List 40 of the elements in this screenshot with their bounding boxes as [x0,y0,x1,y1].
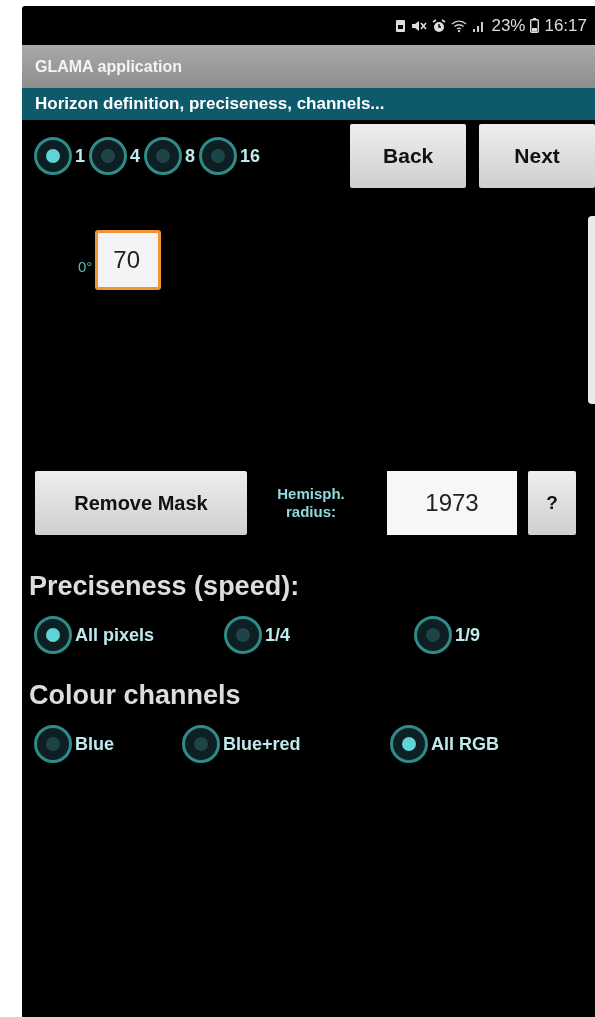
clock: 16:17 [544,15,587,36]
sim-icon [395,18,407,33]
radio-label: 16 [240,145,261,167]
battery-percent: 23% [491,15,526,36]
angle-label: 0° [78,256,93,275]
radio-button[interactable] [199,137,238,175]
radio-button[interactable] [224,616,262,654]
radio-label: Blue+red [223,733,301,755]
scrollbar[interactable] [588,216,595,404]
help-button[interactable]: ? [528,471,576,535]
nav-button[interactable]: Back [350,124,467,188]
remove-mask-button[interactable]: Remove Mask [35,471,247,535]
section-heading: Colour channels [28,680,242,710]
radius-label: Hemisph. radius: [276,485,346,521]
radio-label: 1 [75,145,85,167]
radio-label: All pixels [75,624,155,646]
radio-button[interactable] [414,616,452,654]
radio-label: All RGB [431,733,499,755]
radio-button[interactable] [390,725,428,763]
battery-icon [530,18,540,33]
radio-button[interactable] [144,137,183,175]
radio-button[interactable] [182,725,220,763]
angle-input[interactable]: 70 [95,230,162,290]
nav-button[interactable]: Next [479,124,595,188]
radio-button[interactable] [34,616,72,654]
mute-icon [411,18,428,33]
section-heading: Preciseness (speed): [28,571,301,601]
radio-label: 1/9 [455,624,481,646]
radio-label: 1/4 [265,624,291,646]
subtitle-bar: Horizon definition, preciseness, channels... [22,88,595,120]
wifi-icon [451,18,468,33]
radio-label: Blue [75,733,114,755]
radio-label: 4 [130,145,141,167]
window-title: GLAMA application [22,45,595,88]
radio-button[interactable] [34,137,72,175]
radio-label: 8 [185,145,196,167]
alarm-icon [432,18,447,33]
radio-button[interactable] [89,137,127,175]
radius-input[interactable]: 1973 [387,471,517,535]
radio-button[interactable] [34,725,72,763]
